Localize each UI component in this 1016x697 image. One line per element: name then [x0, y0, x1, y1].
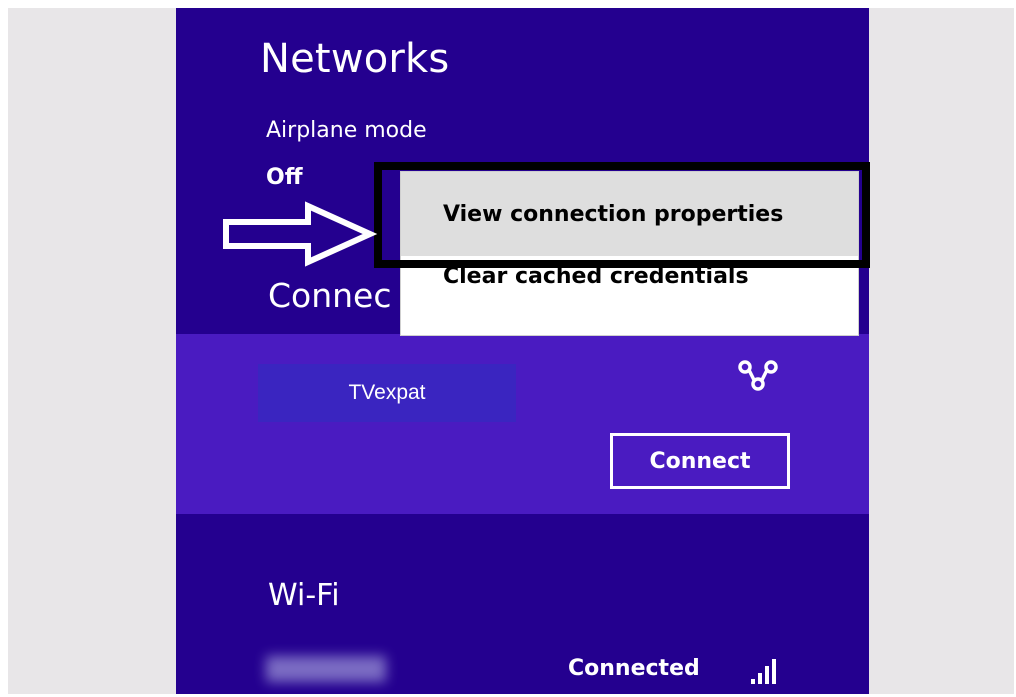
network-name-box: TVexpat: [258, 364, 516, 422]
networks-panel: Networks Airplane mode Off Connec TVexpa…: [176, 8, 869, 694]
highlight-frame: [374, 162, 870, 268]
airplane-mode-toggle[interactable]: Off: [266, 165, 303, 190]
wifi-status: Connected: [568, 656, 700, 681]
wifi-ssid-redacted: [266, 656, 386, 682]
network-link-icon: [738, 360, 778, 391]
arrow-right-icon: [223, 201, 378, 267]
network-item-tvexpat[interactable]: TVexpat Connect: [176, 334, 869, 514]
wifi-heading: Wi-Fi: [268, 578, 340, 613]
network-name: TVexpat: [348, 381, 426, 404]
connect-button[interactable]: Connect: [610, 433, 790, 489]
signal-bars-icon: [751, 659, 776, 684]
panel-title: Networks: [260, 36, 450, 82]
connections-heading: Connec: [268, 276, 392, 315]
airplane-mode-label: Airplane mode: [266, 118, 427, 143]
